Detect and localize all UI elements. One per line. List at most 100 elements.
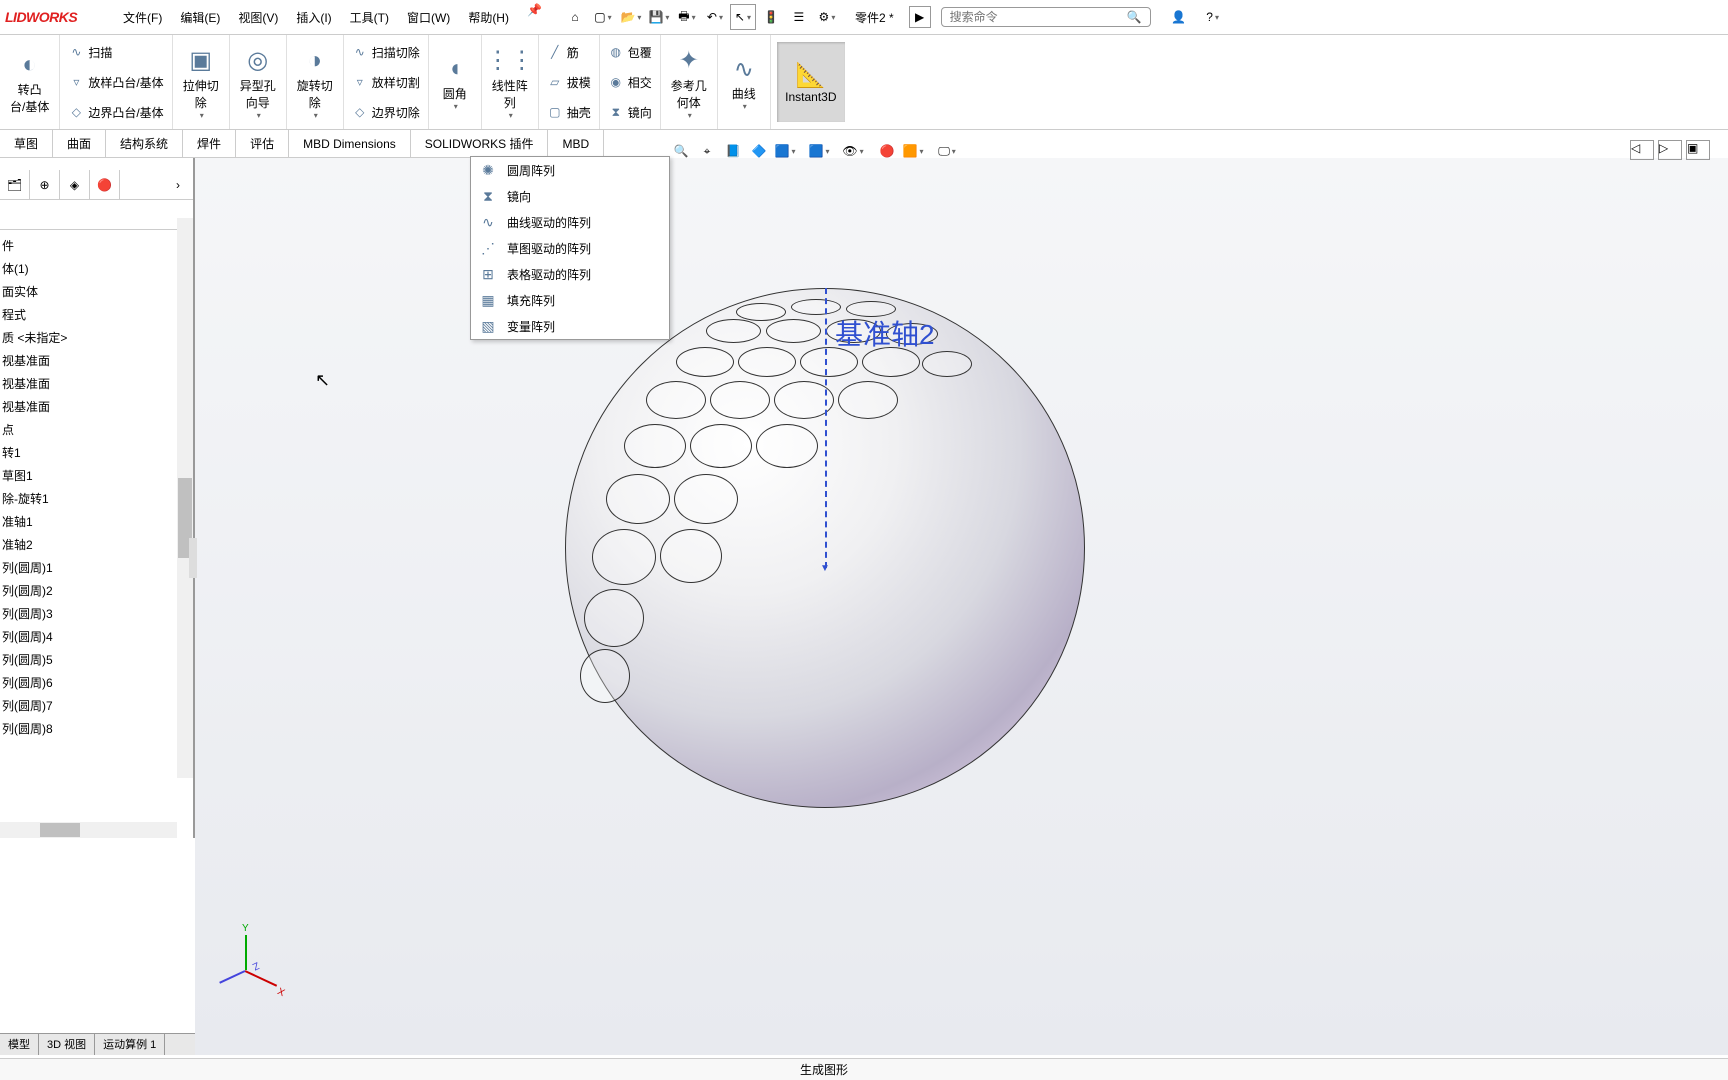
tree-item[interactable]: 草图1 — [0, 464, 193, 487]
tab-model[interactable]: 模型 — [0, 1034, 39, 1055]
tree-item[interactable]: 程式 — [0, 303, 193, 326]
fillet-button[interactable]: ◖圆角▾ — [433, 49, 477, 115]
tab-mbd-dim[interactable]: MBD Dimensions — [289, 130, 411, 157]
menu-view[interactable]: 视图(V) — [230, 3, 286, 32]
tree-item[interactable]: 列(圆周)5 — [0, 648, 193, 671]
open-icon[interactable]: 📂▾ — [618, 4, 644, 30]
panel-tab-expand[interactable]: › — [163, 170, 193, 199]
dd-curve-pattern[interactable]: ∿曲线驱动的阵列 — [471, 209, 669, 235]
panel-tab-property[interactable]: ⊕ — [30, 170, 60, 199]
hole-wizard-button[interactable]: ◎异型孔 向导▾ — [234, 41, 282, 124]
revolve-cut-button[interactable]: ◑旋转切 除▾ — [291, 41, 339, 124]
linear-pattern-button[interactable]: ⋮⋮线性阵 列▾ — [486, 41, 534, 124]
menu-window[interactable]: 窗口(W) — [399, 3, 458, 32]
play-icon[interactable]: ▶ — [909, 6, 931, 28]
tree-scrollbar-v[interactable] — [177, 218, 193, 778]
menu-insert[interactable]: 插入(I) — [288, 3, 339, 32]
tab-evaluate[interactable]: 评估 — [236, 130, 289, 157]
shell-button[interactable]: ▢抽壳 — [543, 102, 595, 123]
prev-panel-icon[interactable]: ◁ — [1630, 140, 1654, 160]
tab-mbd[interactable]: MBD — [548, 130, 604, 157]
draft-button[interactable]: ▱拔模 — [543, 72, 595, 93]
loft-cut-button[interactable]: ▿放样切割 — [348, 72, 424, 93]
sweep-button[interactable]: ∿扫描 — [64, 42, 167, 63]
tab-weldment[interactable]: 焊件 — [183, 130, 236, 157]
tree-item[interactable]: 列(圆周)7 — [0, 694, 193, 717]
panel-tab-feature-tree[interactable]: 🗂 — [0, 170, 30, 199]
display-style-icon[interactable]: 🟦▾ — [808, 140, 830, 162]
pin-icon[interactable]: 📌 — [527, 3, 542, 32]
curves-button[interactable]: ∿曲线▾ — [722, 49, 766, 115]
view-settings-icon[interactable]: 🖵▾ — [936, 140, 958, 162]
tree-item[interactable]: 准轴1 — [0, 510, 193, 533]
help-icon[interactable]: ? ▾ — [1200, 4, 1226, 30]
tab-sw-addins[interactable]: SOLIDWORKS 插件 — [411, 130, 549, 157]
dd-sketch-pattern[interactable]: ⋰草图驱动的阵列 — [471, 235, 669, 261]
home-icon[interactable]: ⌂ — [562, 4, 588, 30]
mirror-button[interactable]: ⧗镜向 — [604, 102, 656, 123]
menu-help[interactable]: 帮助(H) — [460, 3, 517, 32]
tree-item[interactable]: 点 — [0, 418, 193, 441]
tab-3d-views[interactable]: 3D 视图 — [39, 1034, 95, 1055]
menu-file[interactable]: 文件(F) — [115, 3, 170, 32]
tree-item[interactable]: 列(圆周)2 — [0, 579, 193, 602]
settings-icon[interactable]: ⚙▾ — [814, 4, 840, 30]
3d-viewport[interactable]: 基准轴2 — [195, 158, 1728, 1055]
next-panel-icon[interactable]: ▷ — [1658, 140, 1682, 160]
dd-circular-pattern[interactable]: ✺圆周阵列 — [471, 157, 669, 183]
wrap-button[interactable]: ◍包覆 — [604, 42, 656, 63]
panel-tab-appearance[interactable]: 🔴 — [90, 170, 120, 199]
tab-motion-study[interactable]: 运动算例 1 — [95, 1034, 165, 1055]
tree-item[interactable]: 除-旋转1 — [0, 487, 193, 510]
options-icon[interactable]: ☰ — [786, 4, 812, 30]
extrude-cut-button[interactable]: ▣拉伸切 除▾ — [177, 41, 225, 124]
search-input[interactable] — [950, 10, 1127, 24]
appearance-icon[interactable]: 🔴 — [876, 140, 898, 162]
panel-tab-config[interactable]: ◈ — [60, 170, 90, 199]
revolve-boss-button[interactable]: ◐转凸 台/基体 — [4, 45, 55, 119]
search-box[interactable]: 🔍 — [941, 7, 1151, 27]
tree-item[interactable]: 转1 — [0, 441, 193, 464]
dd-fill-pattern[interactable]: ▦填充阵列 — [471, 287, 669, 313]
prev-view-icon[interactable]: 📘 — [722, 140, 744, 162]
tree-item[interactable]: 列(圆周)6 — [0, 671, 193, 694]
tree-item[interactable]: 视基准面 — [0, 372, 193, 395]
tab-surface[interactable]: 曲面 — [53, 130, 106, 157]
boundary-cut-button[interactable]: ◇边界切除 — [348, 102, 424, 123]
tree-item[interactable]: 列(圆周)8 — [0, 717, 193, 740]
dd-mirror[interactable]: ⧗镜向 — [471, 183, 669, 209]
loft-boss-button[interactable]: ▿放样凸台/基体 — [64, 72, 167, 93]
tree-item[interactable]: 视基准面 — [0, 395, 193, 418]
view-triad[interactable] — [215, 935, 285, 1005]
search-icon[interactable]: 🔍 — [1127, 10, 1142, 24]
tab-sketch[interactable]: 草图 — [0, 130, 53, 157]
dd-variable-pattern[interactable]: ▧变量阵列 — [471, 313, 669, 339]
rebuild-icon[interactable]: 🚦 — [758, 4, 784, 30]
print-icon[interactable]: 🖶▾ — [674, 4, 700, 30]
tree-item[interactable]: 列(圆周)3 — [0, 602, 193, 625]
menu-tools[interactable]: 工具(T) — [342, 3, 397, 32]
tree-item[interactable]: 列(圆周)4 — [0, 625, 193, 648]
tab-structure[interactable]: 结构系统 — [106, 130, 183, 157]
scene-icon[interactable]: 🟧▾ — [902, 140, 924, 162]
hide-show-icon[interactable]: 👁▾ — [842, 140, 864, 162]
dd-table-pattern[interactable]: ⊞表格驱动的阵列 — [471, 261, 669, 287]
boundary-boss-button[interactable]: ◇边界凸台/基体 — [64, 102, 167, 123]
new-icon[interactable]: ▢▾ — [590, 4, 616, 30]
tree-item[interactable]: 面实体 — [0, 280, 193, 303]
tree-item[interactable]: 质 <未指定> — [0, 326, 193, 349]
max-panel-icon[interactable]: ▣ — [1686, 140, 1710, 160]
rib-button[interactable]: ╱筋 — [543, 42, 595, 63]
ref-geometry-button[interactable]: ✦参考几 何体▾ — [665, 41, 713, 124]
sweep-cut-button[interactable]: ∿扫描切除 — [348, 42, 424, 63]
section-view-icon[interactable]: 🔷 — [748, 140, 770, 162]
tree-item[interactable]: 件 — [0, 234, 193, 257]
tree-scrollbar-h[interactable] — [0, 822, 177, 838]
zoom-fit-icon[interactable]: 🔍 — [670, 140, 692, 162]
save-icon[interactable]: 💾▾ — [646, 4, 672, 30]
tree-item[interactable]: 视基准面 — [0, 349, 193, 372]
instant3d-button[interactable]: 📐Instant3D — [777, 42, 845, 122]
menu-edit[interactable]: 编辑(E) — [172, 3, 228, 32]
tree-item[interactable]: 列(圆周)1 — [0, 556, 193, 579]
panel-search-row[interactable] — [0, 200, 193, 230]
